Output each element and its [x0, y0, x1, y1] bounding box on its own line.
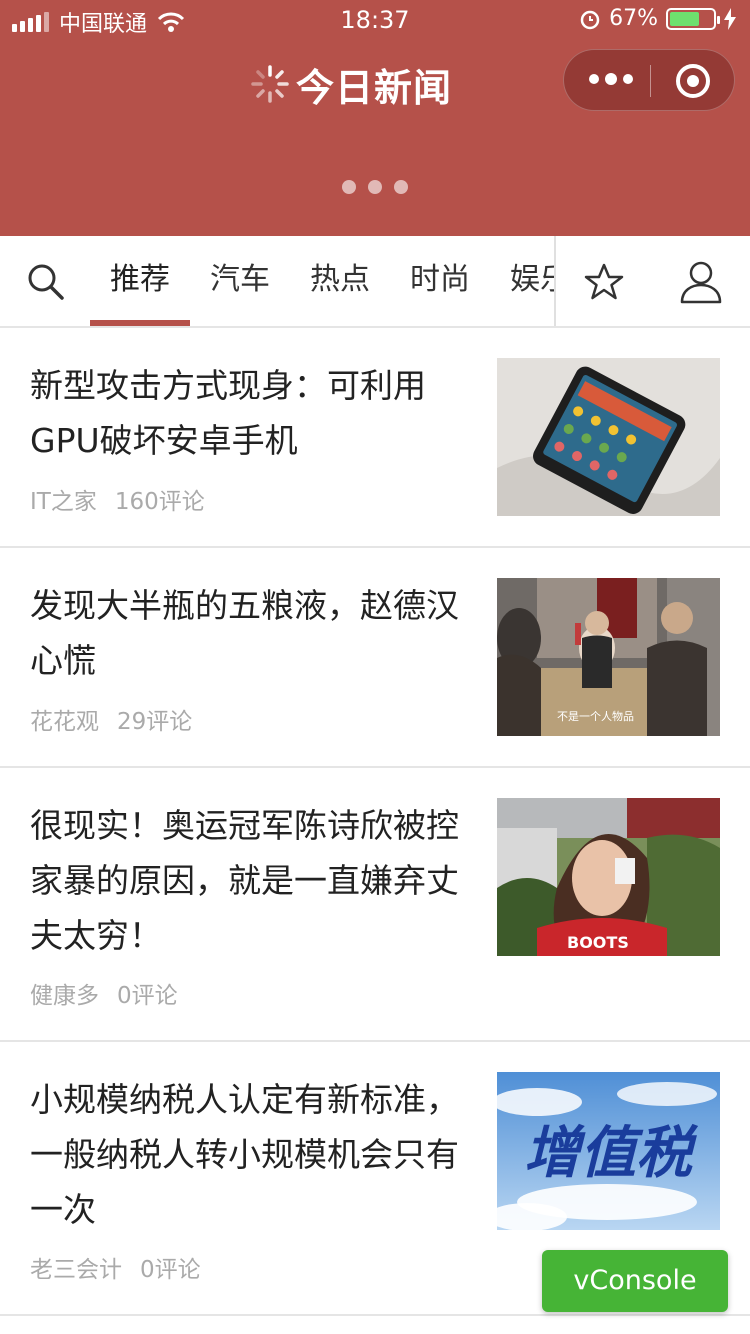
more-dots-icon[interactable] [589, 73, 633, 85]
capsule-menu [563, 49, 735, 111]
news-thumbnail[interactable]: BOOTS [497, 798, 720, 956]
news-title[interactable]: 新型攻击方式现身：可利用GPU破坏安卓手机 [30, 358, 470, 468]
news-item[interactable]: 发现大半瓶的五粮液，赵德汉心慌 花花观 29评论 不是一个人物品 [0, 548, 750, 768]
news-source: 健康多 [30, 983, 99, 1009]
tab-auto[interactable]: 汽车 [190, 236, 290, 326]
video-caption: 不是一个人物品 [557, 709, 634, 723]
alarm-icon [580, 10, 600, 29]
title-bar: 今日新闻 [0, 49, 750, 116]
tab-fashion[interactable]: 时尚 [390, 236, 490, 326]
news-meta: IT之家 160评论 [30, 482, 205, 516]
news-comments: 160评论 [114, 489, 205, 515]
news-item[interactable]: 很现实！奥运冠军陈诗欣被控家暴的原因，就是一直嫌弃丈夫太穷！ 健康多 0评论 B… [0, 768, 750, 1042]
news-comments: 29评论 [117, 709, 193, 735]
charging-icon [724, 7, 736, 30]
star-icon[interactable] [584, 262, 624, 302]
battery-icon [666, 7, 720, 30]
search-icon[interactable] [26, 262, 66, 302]
status-bar: 中国联通 18:37 67% [0, 0, 750, 40]
loading-spinner-icon [251, 65, 289, 103]
carousel-pager [342, 180, 408, 194]
pager-dot[interactable] [342, 180, 356, 194]
news-thumbnail[interactable] [497, 358, 720, 516]
vconsole-button[interactable]: vConsole [542, 1250, 728, 1312]
news-meta: 健康多 0评论 [30, 976, 178, 1010]
tab-recommend[interactable]: 推荐 [90, 236, 190, 326]
woman-photo: BOOTS [497, 798, 720, 956]
svg-text:BOOTS: BOOTS [567, 933, 629, 952]
nav-divider [554, 236, 556, 326]
tab-hot[interactable]: 热点 [290, 236, 390, 326]
page-title: 今日新闻 [296, 65, 453, 110]
channel-tabs: 推荐 汽车 热点 时尚 娱乐 [90, 236, 555, 326]
channel-nav: 推荐 汽车 热点 时尚 娱乐 [0, 236, 750, 328]
phone-photo [497, 358, 720, 516]
battery-percent: 67% [609, 6, 658, 31]
tax-title: 增值税 [524, 1120, 699, 1186]
user-icon[interactable] [680, 260, 722, 304]
pager-dot[interactable] [394, 180, 408, 194]
news-meta: 花花观 29评论 [30, 702, 192, 736]
news-thumbnail[interactable]: 增值税 [497, 1072, 720, 1230]
news-source: 花花观 [30, 709, 99, 735]
tab-entertainment[interactable]: 娱乐 [490, 236, 555, 326]
battery-fill [670, 11, 700, 26]
status-right: 67% [579, 6, 736, 31]
news-item[interactable]: 新型攻击方式现身：可利用GPU破坏安卓手机 IT之家 160评论 [0, 328, 750, 548]
tax-photo: 增值税 [497, 1072, 720, 1230]
news-source: 老三会计 [30, 1257, 122, 1283]
news-comments: 0评论 [140, 1257, 201, 1283]
news-source: IT之家 [30, 489, 97, 515]
tv-scene-photo: 不是一个人物品 [497, 578, 720, 736]
close-target-icon[interactable] [676, 64, 710, 98]
news-title[interactable]: 发现大半瓶的五粮液，赵德汉心慌 [30, 578, 470, 688]
news-title[interactable]: 很现实！奥运冠军陈诗欣被控家暴的原因，就是一直嫌弃丈夫太穷！ [30, 798, 470, 963]
news-title[interactable]: 小规模纳税人认定有新标准，一般纳税人转小规模机会只有一次 [30, 1072, 470, 1237]
pager-dot[interactable] [368, 180, 382, 194]
news-thumbnail[interactable]: 不是一个人物品 [497, 578, 720, 736]
news-meta: 老三会计 0评论 [30, 1250, 201, 1284]
header: 中国联通 18:37 67% 今日新闻 [0, 0, 750, 236]
title-wrap: 今日新闻 [250, 52, 452, 116]
news-comments: 0评论 [117, 983, 178, 1009]
